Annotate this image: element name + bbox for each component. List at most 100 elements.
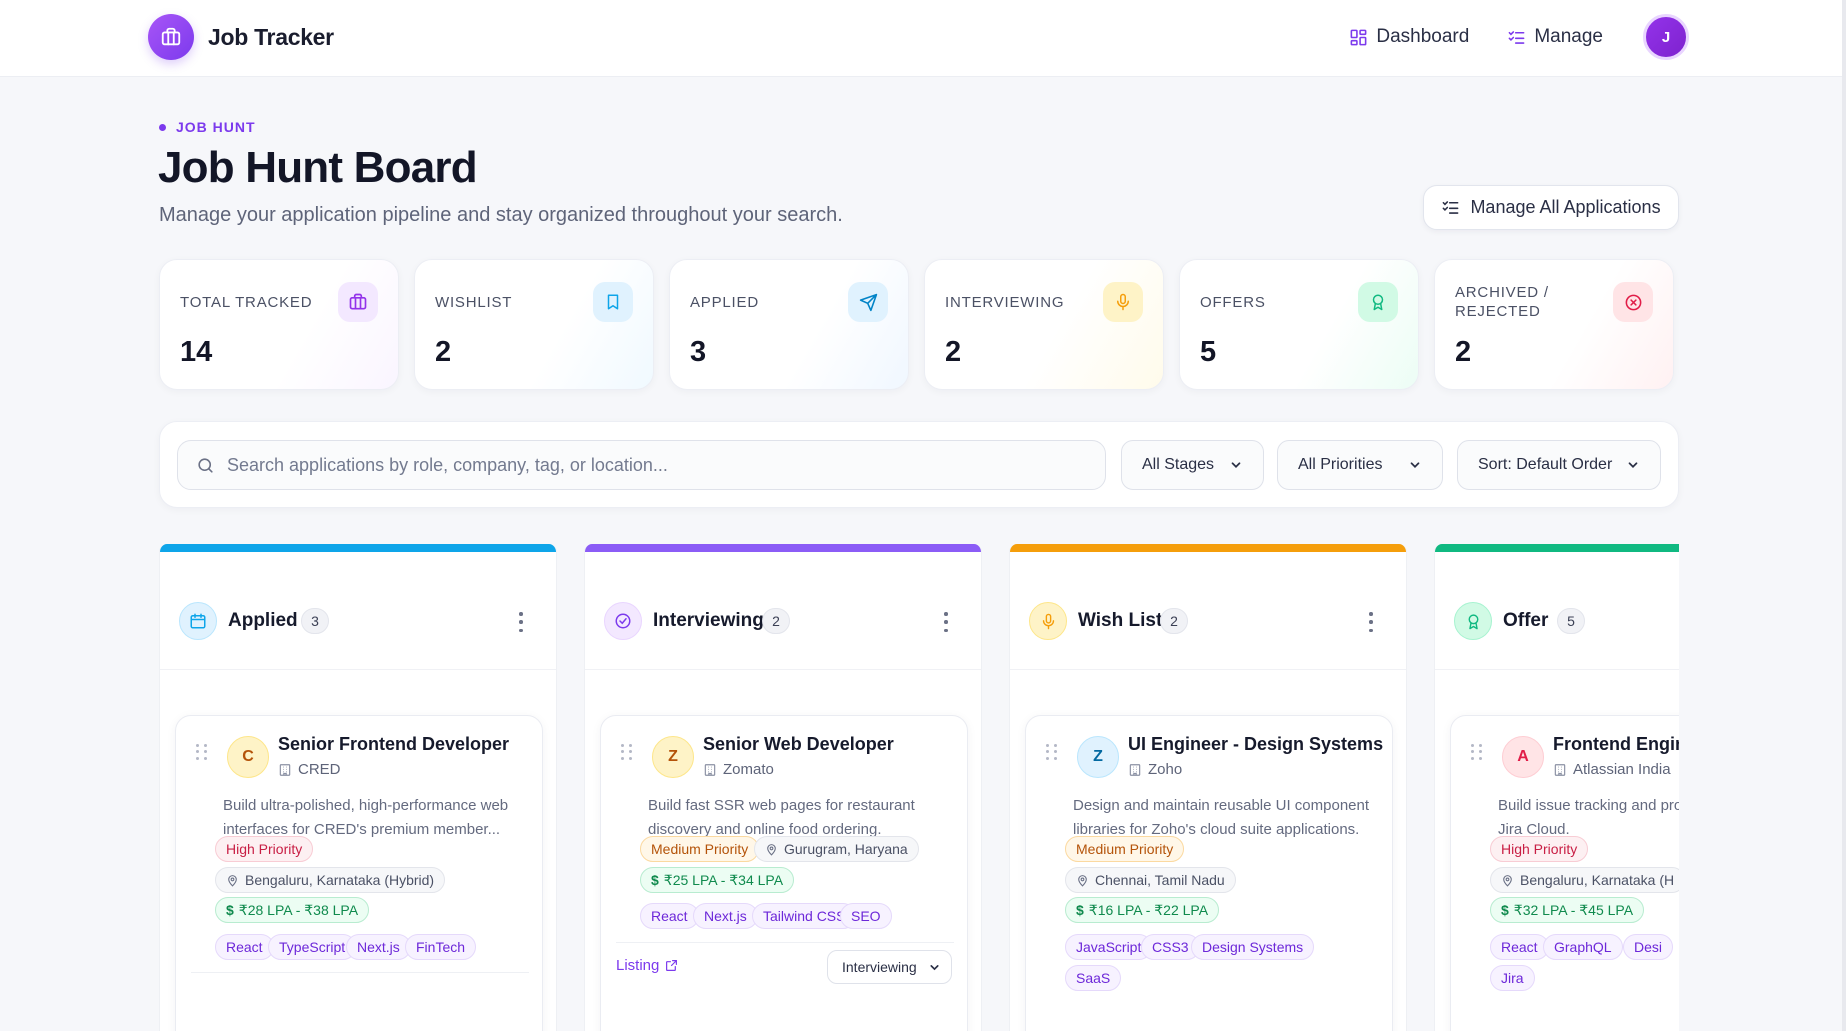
page-scrollbar[interactable] (1842, 0, 1846, 1031)
chevron-down-icon (1628, 462, 1638, 468)
sort-select[interactable]: Sort: Default Order (1457, 440, 1661, 490)
building-icon (1554, 763, 1566, 776)
stat-value: 2 (945, 336, 962, 368)
eyebrow-dot (159, 123, 166, 131)
column-count: 3 (301, 608, 329, 634)
microphone-icon (1103, 282, 1143, 322)
more-vertical-icon[interactable] (1366, 612, 1376, 632)
stat-value: 2 (1455, 336, 1472, 368)
tag-chip: SaaS (1065, 965, 1122, 991)
search-input[interactable] (227, 454, 1087, 476)
search-box[interactable] (177, 440, 1106, 490)
map-pin-icon (1078, 874, 1087, 887)
microphone-icon (1029, 602, 1067, 640)
drag-handle-icon[interactable] (621, 744, 633, 760)
job-company-name: Atlassian India (1573, 761, 1671, 778)
building-icon (1129, 763, 1141, 776)
drag-handle-icon[interactable] (1471, 744, 1483, 760)
award-icon (1358, 282, 1398, 322)
tag-chip: SEO (840, 903, 892, 929)
job-card[interactable]: Z Senior Web Developer Zomato Build fast… (600, 715, 968, 1031)
column-title: Wish List (1078, 610, 1163, 631)
stage-filter-select[interactable]: All Stages (1121, 440, 1264, 490)
job-card[interactable]: A Frontend Engin Atlassian India Build i… (1450, 715, 1679, 1031)
eyebrow-text: JOB HUNT (176, 119, 256, 135)
stat-label: OFFERS (1200, 294, 1266, 311)
manage-all-applications-button[interactable]: Manage All Applications (1423, 185, 1679, 230)
column-title: Interviewing (653, 610, 764, 631)
dollar-icon: $ (1501, 902, 1509, 918)
column-wish-list: Wish List 2 Z UI Engineer - Design Syste… (1009, 544, 1407, 1031)
tag-chip: JavaScript (1065, 934, 1153, 960)
tag-chip: React (1490, 934, 1549, 960)
map-pin-icon (1503, 874, 1512, 887)
checklist-icon (1508, 30, 1525, 44)
salary-text: ₹28 LPA - ₹38 LPA (238, 901, 359, 918)
company-avatar: Z (1077, 736, 1119, 778)
job-company-name: Zomato (723, 761, 774, 778)
stat-value: 3 (690, 336, 707, 368)
tag-chip: Next.js (346, 934, 411, 960)
column-header: Interviewing 2 (585, 552, 981, 670)
stage-select[interactable]: Interviewing (827, 950, 952, 984)
grid-icon (1350, 29, 1367, 45)
chevron-down-icon (1231, 462, 1241, 468)
priority-badge: Medium Priority (640, 836, 760, 862)
job-company-name: Zoho (1148, 761, 1183, 778)
sort-value: Sort: Default Order (1478, 456, 1613, 473)
company-avatar: C (227, 736, 269, 778)
nav-manage[interactable]: Manage (1507, 26, 1603, 48)
stage-filter-value: All Stages (1142, 456, 1215, 473)
priority-filter-select[interactable]: All Priorities (1277, 440, 1443, 490)
bookmark-icon (593, 282, 633, 322)
job-card[interactable]: C Senior Frontend Developer CRED Build u… (175, 715, 543, 1031)
stat-value: 14 (180, 336, 213, 368)
job-card[interactable]: Z UI Engineer - Design Systems Zoho Desi… (1025, 715, 1393, 1031)
stage-select-value: Interviewing (842, 959, 917, 975)
job-company: Zomato (703, 761, 774, 778)
eyebrow: JOB HUNT (159, 119, 256, 135)
location-chip: Bengaluru, Karnataka (H (1490, 867, 1679, 893)
card-divider (616, 942, 954, 943)
column-header: Offer 5 (1435, 552, 1679, 670)
company-avatar: Z (652, 736, 694, 778)
column-offer: Offer 5 A Frontend Engin Atlassian India… (1434, 544, 1679, 1031)
nav-dashboard[interactable]: Dashboard (1349, 26, 1469, 48)
send-icon (848, 282, 888, 322)
location-text: Bengaluru, Karnataka (Hybrid) (245, 872, 435, 888)
building-icon (704, 763, 716, 776)
location-chip: Gurugram, Haryana (754, 836, 919, 862)
search-icon (198, 457, 213, 473)
job-description: Build ultra-polished, high-performance w… (223, 797, 509, 838)
location-chip: Bengaluru, Karnataka (Hybrid) (215, 867, 446, 893)
salary-chip: $ ₹16 LPA - ₹22 LPA (1065, 897, 1220, 923)
listing-link[interactable]: Listing (616, 957, 678, 974)
briefcase-icon (338, 282, 378, 322)
tag-chip: TypeScript (268, 934, 357, 960)
dollar-icon: $ (651, 872, 659, 888)
avatar[interactable]: J (1643, 14, 1689, 60)
tag-chip: Jira (1490, 965, 1535, 991)
job-company-name: CRED (298, 761, 341, 778)
top-navbar: Job Tracker Dashboard Manage J (0, 0, 1846, 77)
job-role: Senior Frontend Developer (278, 734, 510, 754)
briefcase-icon (148, 14, 194, 60)
dollar-icon: $ (1076, 902, 1084, 918)
drag-handle-icon[interactable] (196, 744, 208, 760)
filter-bar: All Stages All Priorities Sort: Default … (159, 421, 1679, 508)
calendar-icon (179, 602, 217, 640)
drag-handle-icon[interactable] (1046, 744, 1058, 760)
chevron-down-icon (930, 964, 939, 970)
job-company: CRED (278, 761, 341, 778)
more-vertical-icon[interactable] (941, 612, 951, 632)
nav-dashboard-label: Dashboard (1376, 26, 1470, 47)
tag-chip: React (640, 903, 699, 929)
column-interviewing: Interviewing 2 Z Senior Web Developer Zo… (584, 544, 982, 1031)
job-role: UI Engineer - Design Systems (1128, 734, 1384, 754)
stat-value: 2 (435, 336, 452, 368)
more-vertical-icon[interactable] (516, 612, 526, 632)
brand[interactable]: Job Tracker (148, 14, 334, 60)
stat-label: WISHLIST (435, 294, 513, 311)
stat-label: ARCHIVED / REJECTED (1455, 284, 1549, 320)
page-title: Job Hunt Board (158, 143, 478, 192)
